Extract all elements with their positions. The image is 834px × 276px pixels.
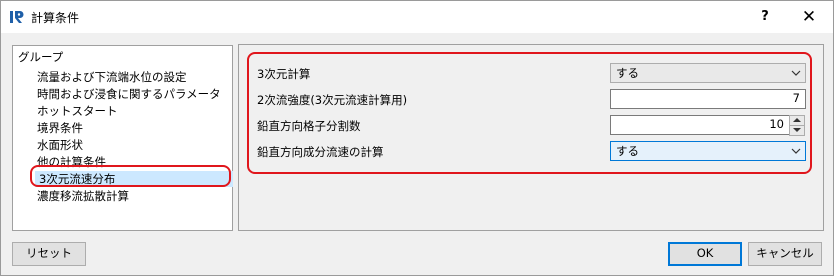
title-bar: 計算条件 ? ✕ bbox=[1, 1, 833, 33]
group-item-boundary-conditions[interactable]: 境界条件 bbox=[37, 120, 83, 136]
reset-button[interactable]: リセット bbox=[12, 242, 86, 266]
group-list: グループ 流量および下流端水位の設定 時間および浸食に関するパラメータ ホットス… bbox=[12, 45, 233, 231]
close-button[interactable]: ✕ bbox=[796, 6, 822, 28]
group-item-water-surface-shape[interactable]: 水面形状 bbox=[37, 137, 83, 153]
group-item-time-and-erosion-params[interactable]: 時間および浸食に関するパラメータ bbox=[37, 86, 221, 102]
highlight-selected-group bbox=[30, 165, 231, 187]
window-title: 計算条件 bbox=[31, 11, 80, 25]
iric-logo-icon bbox=[10, 11, 24, 23]
help-button[interactable]: ? bbox=[753, 6, 777, 28]
group-list-header: グループ bbox=[18, 50, 64, 64]
dialog-window: 計算条件 ? ✕ グループ 流量および下流端水位の設定 時間および浸食に関するパ… bbox=[0, 0, 834, 276]
group-item-flow-and-downstream-level[interactable]: 流量および下流端水位の設定 bbox=[37, 69, 187, 85]
highlight-property-rows bbox=[247, 52, 812, 174]
group-item-hot-start[interactable]: ホットスタート bbox=[37, 103, 118, 119]
ok-button[interactable]: OK bbox=[668, 242, 742, 266]
cancel-button[interactable]: キャンセル bbox=[748, 242, 822, 266]
group-item-concentration-advection-diffusion[interactable]: 濃度移流拡散計算 bbox=[37, 188, 129, 204]
